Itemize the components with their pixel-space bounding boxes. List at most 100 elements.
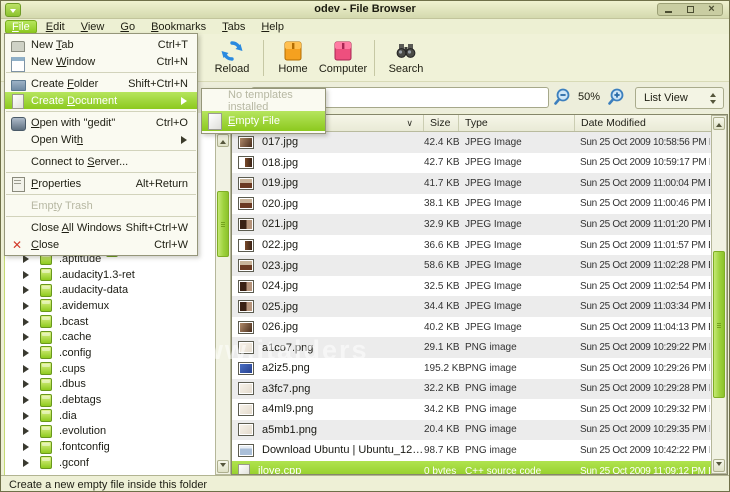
file-row[interactable]: 025.jpg 34.4 KB JPEG Image Sun 25 Oct 20… bbox=[232, 296, 711, 317]
file-row[interactable]: 021.jpg 32.9 KB JPEG Image Sun 25 Oct 20… bbox=[232, 214, 711, 235]
file-row[interactable]: 023.jpg 58.6 KB JPEG Image Sun 25 Oct 20… bbox=[232, 255, 711, 276]
expander-icon[interactable] bbox=[23, 380, 33, 388]
expander-icon[interactable] bbox=[23, 318, 33, 326]
computer-button[interactable]: Computer bbox=[317, 37, 369, 79]
search-button[interactable]: Search bbox=[380, 37, 432, 79]
file-row[interactable]: 024.jpg 32.5 KB JPEG Image Sun 25 Oct 20… bbox=[232, 276, 711, 297]
file-row[interactable]: a1co7.png 29.1 KB PNG image Sun 25 Oct 2… bbox=[232, 337, 711, 358]
reload-button[interactable]: Reload bbox=[206, 37, 258, 79]
file-row[interactable]: 022.jpg 36.6 KB JPEG Image Sun 25 Oct 20… bbox=[232, 235, 711, 256]
folder-icon bbox=[40, 362, 52, 375]
minimize-button[interactable] bbox=[665, 11, 672, 13]
zoom-in-button[interactable] bbox=[607, 88, 625, 106]
maximize-button[interactable] bbox=[687, 6, 694, 13]
file-row[interactable]: 020.jpg 38.1 KB JPEG Image Sun 25 Oct 20… bbox=[232, 194, 711, 215]
menu-item-icon bbox=[10, 76, 26, 92]
folder-icon bbox=[40, 315, 52, 328]
zoom-out-button[interactable] bbox=[553, 88, 571, 106]
list-scrollbar[interactable] bbox=[711, 115, 727, 474]
expander-icon[interactable] bbox=[23, 459, 33, 467]
window-controls: × bbox=[657, 3, 723, 16]
menu-item[interactable]: Empty Trash bbox=[5, 197, 197, 214]
scroll-up-button[interactable] bbox=[713, 117, 725, 130]
tree-item[interactable]: .audacity-data bbox=[5, 282, 215, 298]
menu-item[interactable]: Connect to Server... bbox=[5, 153, 197, 170]
file-row[interactable]: 017.jpg 42.4 KB JPEG Image Sun 25 Oct 20… bbox=[232, 132, 711, 153]
close-button[interactable]: × bbox=[708, 5, 714, 14]
scroll-up-button[interactable] bbox=[217, 134, 229, 147]
expander-icon[interactable] bbox=[23, 286, 33, 294]
expander-icon[interactable] bbox=[23, 271, 33, 279]
expander-icon[interactable] bbox=[23, 302, 33, 310]
column-header-type[interactable]: Type bbox=[459, 115, 575, 131]
file-row[interactable]: 026.jpg 40.2 KB JPEG Image Sun 25 Oct 20… bbox=[232, 317, 711, 338]
scroll-down-button[interactable] bbox=[713, 459, 725, 472]
expander-icon[interactable] bbox=[23, 333, 33, 341]
tree-item[interactable]: .cups bbox=[5, 361, 215, 377]
menubar-item[interactable]: View bbox=[74, 20, 112, 34]
column-header-date[interactable]: Date Modified bbox=[575, 115, 710, 131]
file-row[interactable]: a3fc7.png 32.2 KB PNG image Sun 25 Oct 2… bbox=[232, 379, 711, 400]
tree-item[interactable]: .cache bbox=[5, 329, 215, 345]
scrollbar-thumb[interactable] bbox=[713, 251, 725, 398]
scrollbar-thumb[interactable] bbox=[217, 191, 229, 257]
menu-item[interactable]: Create Folder Shift+Ctrl+N bbox=[5, 75, 197, 92]
file-thumbnail-icon bbox=[238, 403, 254, 416]
folder-icon bbox=[40, 284, 52, 297]
menubar-item[interactable]: Help bbox=[254, 20, 291, 34]
folder-tree: .aptitude .audacity1.3-ret .audacity-dat… bbox=[5, 251, 215, 471]
expander-icon[interactable] bbox=[23, 412, 33, 420]
menu-item[interactable]: Close Ctrl+W bbox=[5, 236, 197, 253]
tree-item[interactable]: .dbus bbox=[5, 377, 215, 393]
tree-item[interactable]: .fontconfig bbox=[5, 439, 215, 455]
menubar-item[interactable]: Bookmarks bbox=[144, 20, 213, 34]
submenu-item[interactable]: No templates installed bbox=[202, 91, 325, 111]
file-row[interactable]: a5mb1.png 20.4 KB PNG image Sun 25 Oct 2… bbox=[232, 420, 711, 441]
file-row[interactable]: Download Ubuntu | Ubuntu_12565... 98.7 K… bbox=[232, 440, 711, 461]
menubar-item[interactable]: File bbox=[5, 20, 37, 34]
menu-separator bbox=[6, 150, 196, 151]
menu-item[interactable]: Create Document bbox=[5, 92, 197, 109]
tree-item[interactable]: .bcast bbox=[5, 314, 215, 330]
menubar-item[interactable]: Tabs bbox=[215, 20, 252, 34]
expander-icon[interactable] bbox=[23, 365, 33, 373]
tree-item[interactable]: .avidemux bbox=[5, 298, 215, 314]
menu-item[interactable]: Properties Alt+Return bbox=[5, 175, 197, 192]
file-row[interactable]: 019.jpg 41.7 KB JPEG Image Sun 25 Oct 20… bbox=[232, 173, 711, 194]
menu-item[interactable]: Open With bbox=[5, 131, 197, 148]
menu-item[interactable]: New Window Ctrl+N bbox=[5, 53, 197, 70]
submenu-item[interactable]: Empty File bbox=[202, 111, 325, 131]
menu-item[interactable]: Open with "gedit" Ctrl+O bbox=[5, 114, 197, 131]
tree-item[interactable]: .config bbox=[5, 345, 215, 361]
file-row[interactable]: a4ml9.png 34.2 KB PNG image Sun 25 Oct 2… bbox=[232, 399, 711, 420]
home-button[interactable]: Home bbox=[269, 37, 317, 79]
menu-item[interactable]: Close All Windows Shift+Ctrl+W bbox=[5, 219, 197, 236]
expander-icon[interactable] bbox=[23, 255, 33, 263]
menu-item[interactable]: New Tab Ctrl+T bbox=[5, 36, 197, 53]
create-document-submenu: No templates installed Empty File bbox=[201, 88, 326, 134]
file-row[interactable]: ilove.cpp 0 bytes C++ source code Sun 25… bbox=[232, 461, 711, 474]
expander-icon[interactable] bbox=[23, 396, 33, 404]
scroll-down-button[interactable] bbox=[217, 460, 229, 473]
tree-item[interactable]: .evolution bbox=[5, 424, 215, 440]
titlebar: odev - File Browser × bbox=[1, 1, 729, 19]
menubar-item[interactable]: Go bbox=[113, 20, 142, 34]
sidebar-scrollbar[interactable] bbox=[215, 132, 231, 475]
file-row[interactable]: a2iz5.png 195.2 KB PNG image Sun 25 Oct … bbox=[232, 358, 711, 379]
expander-icon[interactable] bbox=[23, 443, 33, 451]
tree-item[interactable]: .gconf bbox=[5, 455, 215, 471]
tree-item[interactable]: .dia bbox=[5, 408, 215, 424]
expander-icon[interactable] bbox=[23, 349, 33, 357]
expander-icon[interactable] bbox=[23, 427, 33, 435]
folder-icon bbox=[40, 425, 52, 438]
folder-icon bbox=[40, 331, 52, 344]
column-header-size[interactable]: Size bbox=[424, 115, 459, 131]
tree-item[interactable]: .audacity1.3-ret bbox=[5, 267, 215, 283]
menubar-item[interactable]: Edit bbox=[39, 20, 72, 34]
folder-icon bbox=[40, 268, 52, 281]
menu-separator bbox=[6, 216, 196, 217]
view-mode-select[interactable]: List View bbox=[635, 87, 724, 109]
sort-indicator-icon: ∨ bbox=[406, 118, 423, 129]
tree-item[interactable]: .debtags bbox=[5, 392, 215, 408]
file-row[interactable]: 018.jpg 42.7 KB JPEG Image Sun 25 Oct 20… bbox=[232, 153, 711, 174]
